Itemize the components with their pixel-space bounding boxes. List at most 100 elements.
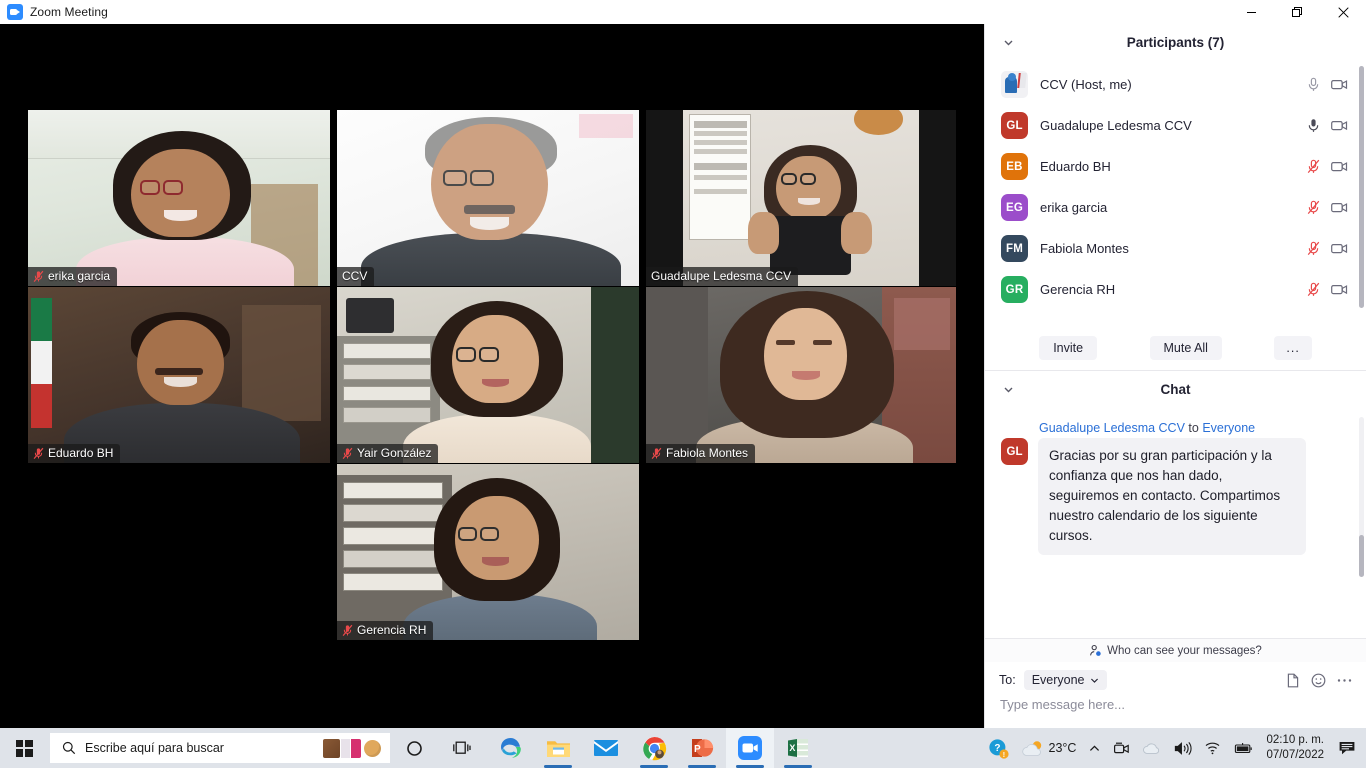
cortana-button[interactable] [390, 728, 438, 768]
participant-row-guadalupe-ledesma-ccv[interactable]: GL Guadalupe Ledesma CCV [985, 105, 1366, 146]
taskbar-app-excel[interactable]: X [774, 728, 822, 768]
emoji-icon[interactable] [1311, 673, 1326, 688]
avatar: FM [1001, 235, 1028, 262]
mic-muted-icon[interactable] [1307, 241, 1320, 256]
taskbar-app-google-chrome[interactable] [630, 728, 678, 768]
avatar [1001, 71, 1028, 98]
search-input[interactable]: Escribe aquí para buscar [50, 733, 390, 763]
clock[interactable]: 02:10 p. m. 07/07/2022 [1260, 728, 1332, 768]
video-tile-ccv[interactable]: CCV [337, 110, 639, 286]
show-hidden-icons-button[interactable] [1082, 728, 1107, 768]
onedrive-icon [1143, 743, 1160, 754]
avatar-initials: GL [1006, 119, 1023, 132]
taskbar-app-mail[interactable] [582, 728, 630, 768]
meet-now-icon [1114, 742, 1130, 753]
restore-button[interactable] [1274, 0, 1320, 24]
participant-row-eduardo-bh[interactable]: EB Eduardo BH [985, 146, 1366, 187]
invite-button[interactable]: Invite [1039, 335, 1098, 360]
video-gallery: erika garcia CCV Guadalupe Ledesma CCV E… [0, 24, 984, 728]
video-tile-guadalupe-ledesma-ccv[interactable]: Guadalupe Ledesma CCV [646, 110, 956, 286]
who-can-see-messages-note[interactable]: Who can see your messages? [985, 638, 1366, 662]
chevron-down-icon[interactable] [1001, 382, 1015, 396]
participants-more-button[interactable]: ... [1274, 335, 1312, 360]
mic-icon[interactable] [1307, 118, 1320, 133]
avatar-initials: GR [1005, 283, 1024, 296]
participant-row-erika-garcia[interactable]: EG erika garcia [985, 187, 1366, 228]
taskbar-app-zoom[interactable] [726, 728, 774, 768]
tile-name-label: erika garcia [48, 269, 111, 283]
tile-name-badge: Guadalupe Ledesma CCV [646, 267, 799, 286]
clock-date: 07/07/2022 [1266, 749, 1324, 761]
chat-to-word: to [1184, 421, 1203, 435]
mic-icon[interactable] [1307, 77, 1320, 92]
participant-row-fabiola-montes[interactable]: FM Fabiola Montes [985, 228, 1366, 269]
avatar-initials: FM [1005, 242, 1023, 255]
notifications-button[interactable] [1332, 728, 1362, 768]
video-tile-fabiola-montes[interactable]: Fabiola Montes [646, 287, 956, 463]
meet-now-button[interactable] [1107, 728, 1136, 768]
chat-scrollbar[interactable] [1359, 535, 1364, 577]
video-tile-gerencia-rh[interactable]: Gerencia RH [337, 464, 639, 640]
network-button[interactable] [1198, 728, 1228, 768]
volume-button[interactable] [1168, 728, 1198, 768]
mic-muted-icon[interactable] [1307, 282, 1320, 297]
participant-row-gerencia-rh[interactable]: GR Gerencia RH [985, 269, 1366, 310]
video-icon[interactable] [1331, 283, 1348, 296]
video-icon[interactable] [1331, 78, 1348, 91]
avatar: EB [1001, 153, 1028, 180]
privacy-note-label: Who can see your messages? [1107, 644, 1262, 657]
tile-name-badge: Eduardo BH [28, 444, 121, 463]
search-icon [62, 741, 76, 755]
file-icon[interactable] [1286, 673, 1300, 688]
mic-muted-icon[interactable] [1307, 200, 1320, 215]
chat-recipient-select[interactable]: Everyone [1023, 670, 1107, 690]
chat-title: Chat [1160, 381, 1191, 397]
partly-cloudy-icon [1021, 740, 1041, 756]
video-tile-erika-garcia[interactable]: erika garcia [28, 110, 330, 286]
participants-list[interactable]: CCV (Host, me) GL Guadalupe Ledesma CCV [985, 60, 1366, 325]
minimize-button[interactable] [1228, 0, 1274, 24]
participants-scrollbar[interactable] [1359, 66, 1364, 308]
svg-text:X: X [789, 743, 795, 753]
video-tile-yair-gonzalez[interactable]: Yair González [337, 287, 639, 463]
chat-messages[interactable]: Guadalupe Ledesma CCV to Everyone GL Gra… [985, 407, 1366, 638]
video-tile-eduardo-bh[interactable]: Eduardo BH [28, 287, 330, 463]
chat-message: GL Gracias por su gran participación y l… [1001, 438, 1348, 555]
clock-time: 02:10 p. m. [1266, 734, 1324, 746]
chat-sender[interactable]: Guadalupe Ledesma CCV [1039, 421, 1185, 435]
participant-name: erika garcia [1040, 200, 1108, 215]
battery-button[interactable] [1228, 728, 1260, 768]
onedrive-button[interactable] [1136, 728, 1168, 768]
help-badge-icon: ? ! [988, 738, 1009, 759]
chat-header: Chat [985, 371, 1366, 407]
close-button[interactable] [1320, 0, 1366, 24]
window-title: Zoom Meeting [30, 5, 108, 19]
task-view-button[interactable] [438, 728, 486, 768]
chat-input[interactable]: Type message here... [999, 697, 1352, 712]
taskbar-app-powerpoint[interactable]: P [678, 728, 726, 768]
participant-name: Guadalupe Ledesma CCV [1040, 118, 1192, 133]
avatar-initials: GL [1006, 445, 1023, 458]
more-options-icon[interactable] [1337, 678, 1352, 683]
participants-title: Participants (7) [1126, 34, 1225, 50]
video-icon[interactable] [1331, 201, 1348, 214]
tray-weather[interactable]: 23°C [1015, 728, 1083, 768]
tile-name-label: Yair González [357, 446, 432, 460]
mute-all-button[interactable]: Mute All [1149, 335, 1222, 360]
participant-name: Gerencia RH [1040, 282, 1116, 297]
chevron-down-icon[interactable] [1001, 35, 1015, 49]
avatar: GL [1001, 112, 1028, 139]
tile-name-badge: CCV [337, 267, 375, 286]
search-placeholder: Escribe aquí para buscar [85, 741, 224, 755]
mic-muted-icon[interactable] [1307, 159, 1320, 174]
start-button[interactable] [0, 728, 48, 768]
taskbar-app-file-explorer[interactable] [534, 728, 582, 768]
participant-row-ccv[interactable]: CCV (Host, me) [985, 64, 1366, 105]
video-icon[interactable] [1331, 242, 1348, 255]
participant-status-icons [1307, 282, 1348, 297]
video-icon[interactable] [1331, 160, 1348, 173]
taskbar-app-microsoft-edge[interactable] [486, 728, 534, 768]
tray-help-button[interactable]: ? ! [982, 728, 1015, 768]
powerpoint-icon: P [692, 739, 714, 757]
video-icon[interactable] [1331, 119, 1348, 132]
